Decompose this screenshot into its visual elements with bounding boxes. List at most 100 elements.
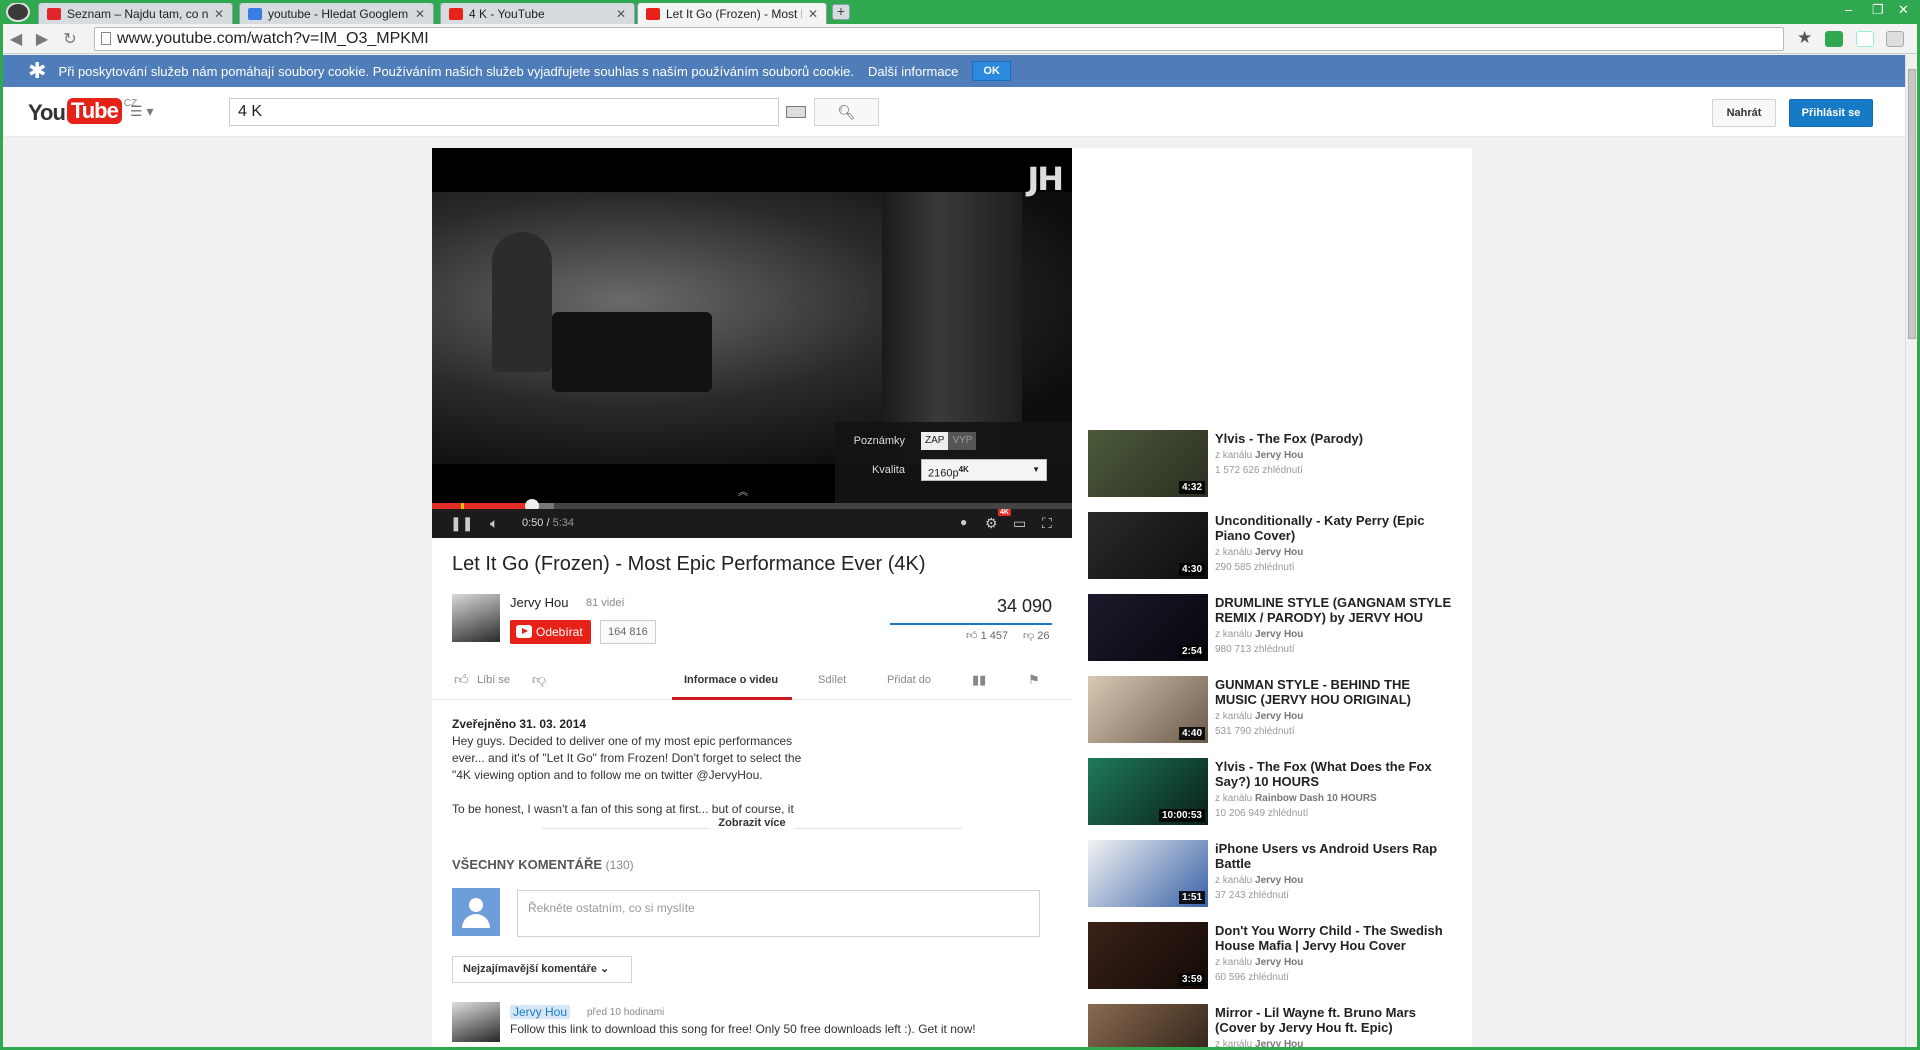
pause-icon[interactable]: ❚❚ [450,515,473,532]
related-video-title[interactable]: GUNMAN STYLE - BEHIND THE MUSIC (JERVY H… [1215,677,1455,707]
flag-icon[interactable]: ⚑ [1028,672,1040,688]
channel-name[interactable]: Jervy Hou [510,595,569,610]
page-scrollbar[interactable] [1905,55,1917,1050]
back-icon[interactable]: ◀ [6,29,26,49]
like-button-label[interactable]: Líbí se [477,674,510,686]
video-player[interactable]: JH Poznámky ZAP VYP Kvalita 2160p4K ▼ ︽ … [432,148,1072,538]
annotation-info-icon[interactable]: ● [960,515,967,529]
close-window-icon[interactable]: ✕ [1898,2,1909,18]
close-tab-icon[interactable]: ✕ [214,7,224,21]
tab-let-it-go[interactable]: Let It Go (Frozen) - Most Epi ✕ [637,2,827,24]
video-scene-piano [552,312,712,392]
view-count: 34 090 [996,596,1052,616]
seznam-favicon-icon [47,7,61,20]
related-video-item[interactable]: Mirror - Lil Wayne ft. Bruno Mars (Cover… [1088,1004,1468,1050]
comment-sort-select[interactable]: Nejzajímavější komentáře ⌄ [452,956,632,983]
collapse-icon[interactable]: ︽ [738,483,748,498]
gear-icon[interactable]: ⚙ [985,515,998,532]
minimize-icon[interactable]: – [1845,2,1852,17]
close-tab-icon[interactable]: ✕ [808,7,818,21]
comment-avatar[interactable] [452,1002,500,1042]
related-video-item[interactable]: 4:32 Ylvis - The Fox (Parody) z kanálu Jer… [1088,430,1468,502]
guide-menu-icon[interactable]: ☰ ▾ [130,103,153,120]
show-more-button[interactable]: Zobrazit více [432,817,1072,829]
comment-time[interactable]: před 10 hodinami [587,1007,664,1018]
tab-4k-youtube[interactable]: 4 K - YouTube ✕ [440,2,635,24]
annotations-on[interactable]: ZAP [921,432,949,450]
forward-icon[interactable]: ▶ [32,29,52,49]
address-bar[interactable]: www.youtube.com/watch?v=IM_O3_MPKMI [94,27,1784,51]
maximize-icon[interactable]: ❐ [1872,2,1884,18]
related-video-item[interactable]: 2:54 DRUMLINE STYLE (GANGNAM STYLE REMIX … [1088,594,1468,666]
video-thumbnail[interactable] [1088,1004,1208,1050]
related-video-title[interactable]: Don't You Worry Child - The Swedish Hous… [1215,923,1455,953]
keyboard-icon[interactable] [786,106,806,118]
annotations-toggle[interactable]: ZAP VYP [921,432,977,450]
new-tab-button[interactable]: + [832,4,850,20]
video-thumbnail[interactable]: 4:40 [1088,676,1208,743]
related-video-views: 290 585 zhlédnutí [1215,562,1295,573]
tab-seznam[interactable]: Seznam – Najdu tam, co nez ✕ [38,2,233,24]
cookie-more-link[interactable]: Další informace [868,64,958,79]
subscribe-button[interactable]: Odebírat [510,620,591,644]
settings-panel: Poznámky ZAP VYP Kvalita 2160p4K ▼ [835,422,1072,512]
youtube-logo[interactable]: You Tube CZ [28,98,137,126]
video-thumbnail[interactable]: 4:30 [1088,512,1208,579]
video-thumbnail[interactable]: 10:00:53 [1088,758,1208,825]
related-video-item[interactable]: 4:40 GUNMAN STYLE - BEHIND THE MUSIC (JER… [1088,676,1468,748]
video-duration: 2:54 [1178,645,1205,658]
like-icon[interactable]: 👍︎ [454,671,469,688]
extension-icon[interactable] [1856,31,1874,47]
related-video-title[interactable]: Ylvis - The Fox (What Does the Fox Say?)… [1215,759,1455,789]
reload-icon[interactable]: ↻ [60,29,80,49]
bookmark-star-icon[interactable]: ★ [1797,28,1812,48]
related-video-item[interactable]: 10:00:53 Ylvis - The Fox (What Does the F… [1088,758,1468,830]
video-scene-person [492,232,552,372]
theater-mode-icon[interactable]: ▭ [1013,515,1026,532]
related-video-title[interactable]: Unconditionally - Katy Perry (Epic Piano… [1215,513,1455,543]
fullscreen-icon[interactable]: ⛶ [1042,515,1052,532]
tab-about[interactable]: Informace o videu [684,674,778,686]
tab-google-search[interactable]: youtube - Hledat Googlem ✕ [239,2,434,24]
tab-add-to[interactable]: Přidat do [887,674,931,686]
video-duration: 4:30 [1178,563,1205,576]
description-line: "4K viewing option and to follow me on t… [452,768,763,782]
volume-icon[interactable]: 🔈︎ [490,515,498,532]
channel-video-count[interactable]: 81 videí [586,597,625,609]
video-thumbnail[interactable]: 4:32 [1088,430,1208,497]
related-video-item[interactable]: 4:30 Unconditionally - Katy Perry (Epic P… [1088,512,1468,584]
annotations-off[interactable]: VYP [948,432,977,450]
tab-share[interactable]: Sdílet [818,674,846,686]
related-video-channel: z kanálu Jervy Hou [1215,629,1304,640]
related-video-title[interactable]: DRUMLINE STYLE (GANGNAM STYLE REMIX / PA… [1215,595,1455,625]
close-tab-icon[interactable]: ✕ [415,7,425,21]
extension-icon[interactable] [1886,31,1904,47]
channel-watermark[interactable]: JH [1027,160,1064,198]
related-video-title[interactable]: iPhone Users vs Android Users Rap Battle [1215,841,1455,871]
close-tab-icon[interactable]: ✕ [616,7,626,21]
quality-select[interactable]: 2160p4K ▼ [921,459,1047,481]
dislike-icon[interactable]: 👎︎ [532,671,546,688]
annotations-label: Poznámky [853,435,905,447]
action-row: 👍︎ Líbí se 👎︎ Informace o videu Sdílet P… [432,662,1072,700]
browser-menu-icon[interactable] [6,2,30,22]
cookie-ok-button[interactable]: OK [972,61,1011,81]
video-thumbnail[interactable]: 2:54 [1088,594,1208,661]
search-button[interactable]: 🔍︎ [814,98,879,126]
related-video-title[interactable]: Ylvis - The Fox (Parody) [1215,431,1455,446]
related-video-views: 60 596 zhlédnutí [1215,972,1289,983]
related-video-title[interactable]: Mirror - Lil Wayne ft. Bruno Mars (Cover… [1215,1005,1455,1035]
comment-author[interactable]: Jervy Hou [510,1005,571,1019]
related-video-item[interactable]: 3:59 Don't You Worry Child - The Swedish … [1088,922,1468,994]
scrollbar-thumb[interactable] [1908,69,1916,339]
channel-avatar[interactable] [452,594,500,642]
extension-icon[interactable] [1825,31,1843,47]
search-input[interactable]: 4 K [229,98,779,126]
signin-button[interactable]: Přihlásit se [1789,99,1873,127]
video-thumbnail[interactable]: 3:59 [1088,922,1208,989]
comment-input[interactable]: Řekněte ostatním, co si myslíte [517,890,1040,937]
video-thumbnail[interactable]: 1:51 [1088,840,1208,907]
related-video-item[interactable]: 1:51 iPhone Users vs Android Users Rap Ba… [1088,840,1468,912]
upload-button[interactable]: Nahrát [1712,99,1776,127]
stats-icon[interactable]: ▮▮ [972,672,986,688]
